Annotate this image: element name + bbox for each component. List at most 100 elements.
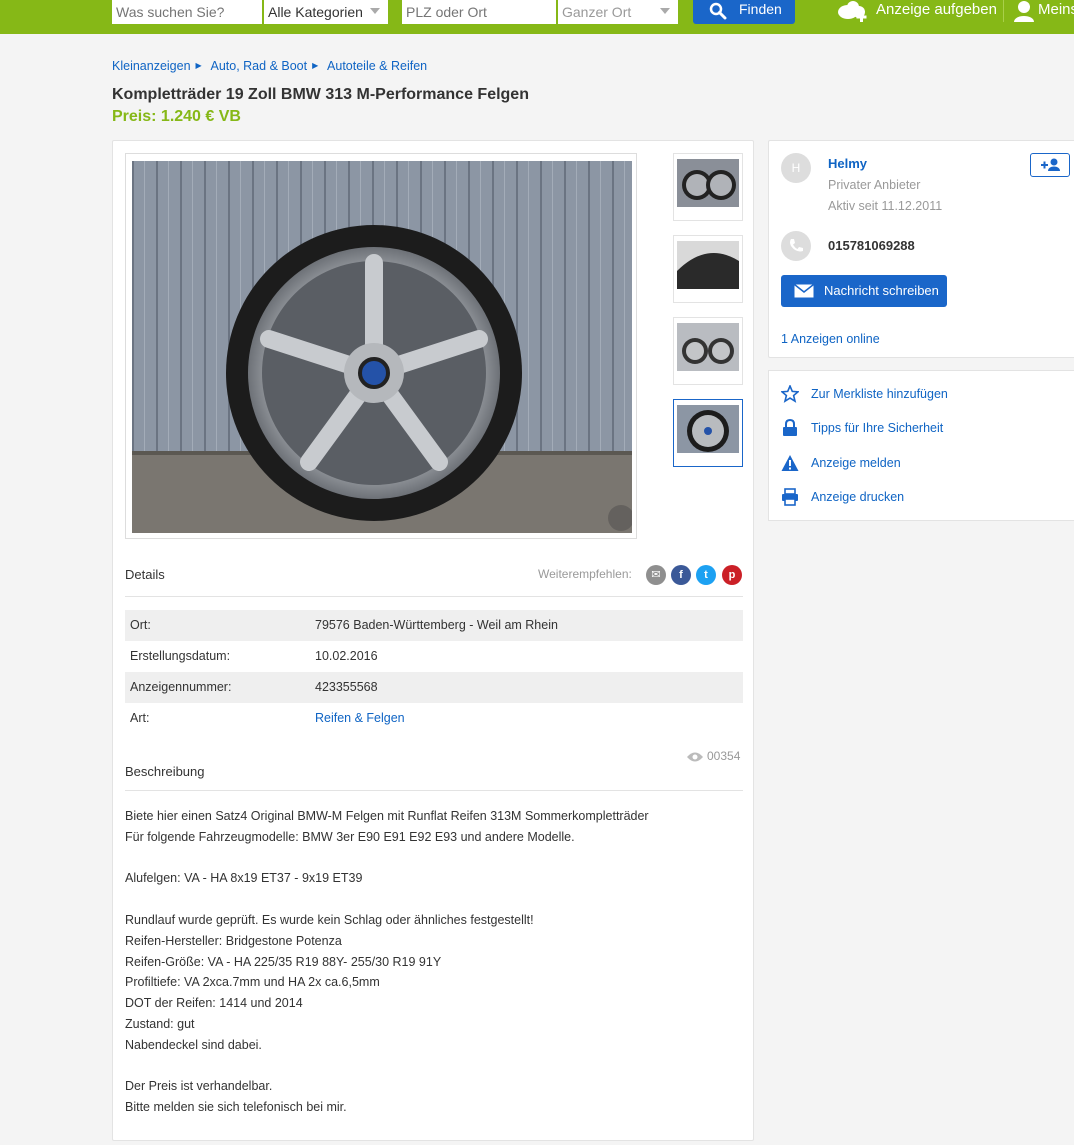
user-icon [1014,1,1034,22]
details-value: 10.02.2016 [315,649,378,663]
twitter-share-icon[interactable]: t [696,565,716,585]
divider [125,790,743,791]
phone-number[interactable]: 015781069288 [828,238,915,253]
action-label: Zur Merkliste hinzufügen [811,387,948,401]
cloud-add-icon [838,1,867,22]
page-title: Kompletträder 19 Zoll BMW 313 M-Performa… [112,86,529,103]
details-key: Anzeigennummer: [130,680,232,694]
description-text: Biete hier einen Satz4 Original BMW-M Fe… [125,806,743,1118]
star-icon [781,385,799,403]
find-button[interactable]: Finden [693,0,795,24]
chevron-down-icon [660,8,670,14]
radius-select[interactable]: Ganzer Ort [558,0,678,24]
search-icon [709,2,727,20]
description-line: Bitte melden sie sich telefonisch bei mi… [125,1100,347,1115]
location-input[interactable] [402,0,556,24]
details-heading: Details [125,567,165,582]
view-counter: 00354 [687,749,740,763]
category-select[interactable]: Alle Kategorien [264,0,388,24]
description-line: Rundlauf wurde geprüft. Es wurde kein Sc… [125,912,534,927]
report-ad-link[interactable]: Anzeige melden [781,453,901,473]
header-divider [1003,0,1004,22]
thumbnail-image [677,241,739,289]
breadcrumb-item[interactable]: Auto, Rad & Boot [211,59,308,73]
avatar: H [781,153,811,183]
seller-active-since: Aktiv seit 11.12.2011 [828,199,943,213]
category-select-value: Alle Kategorien [268,4,363,20]
lock-icon [783,419,797,436]
details-table: Ort: 79576 Baden-Württemberg - Weil am R… [125,610,743,734]
action-label: Tipps für Ihre Sicherheit [811,421,944,435]
printer-icon [782,488,798,506]
description-line: Zustand: gut [125,1016,195,1031]
description-heading: Beschreibung [125,764,205,779]
email-share-icon[interactable]: ✉ [646,565,666,585]
thumbnail-image [677,405,739,453]
details-row-type: Art: Reifen & Felgen [125,703,743,734]
breadcrumb-item[interactable]: Autoteile & Reifen [327,59,427,73]
details-value: 79576 Baden-Württemberg - Weil am Rhein [315,618,558,632]
thumbnail-image [677,323,739,371]
breadcrumb: Kleinanzeigen ▶ Auto, Rad & Boot ▶ Autotei… [112,59,430,73]
description-line: Für folgende Fahrzeugmodelle: BMW 3er E9… [125,829,575,844]
seller-card: H Helmy Privater Anbieter Aktiv seit 11.… [768,140,1074,358]
safety-tips-link[interactable]: Tipps für Ihre Sicherheit [781,418,943,438]
thumbnail-active[interactable] [673,399,743,467]
details-key: Art: [130,711,150,725]
search-input[interactable] [112,0,262,24]
zoom-icon[interactable] [608,505,632,531]
details-key: Ort: [130,618,151,632]
thumbnail[interactable] [673,153,743,221]
thumbnail[interactable] [673,235,743,303]
my-account-label: Meins [1038,1,1074,18]
pinterest-share-icon[interactable]: p [722,565,742,585]
seller-name-link[interactable]: Helmy [828,156,867,171]
divider [125,596,743,597]
details-row-date: Erstellungsdatum: 10.02.2016 [125,641,743,672]
thumbnail[interactable] [673,317,743,385]
action-label: Anzeige drucken [811,490,905,504]
details-row-ad-number: Anzeigennummer: 423355568 [125,672,743,703]
description-line: Der Preis ist verhandelbar. [125,1079,273,1094]
follow-seller-button[interactable] [1030,153,1070,177]
description-line: DOT der Reifen: 1414 und 2014 [125,996,303,1011]
add-to-watchlist-link[interactable]: Zur Merkliste hinzufügen [781,384,948,404]
view-count: 00354 [707,749,741,763]
radius-select-value: Ganzer Ort [562,4,632,20]
post-ad-button[interactable]: Anzeige aufgeben [836,0,997,24]
main-image-frame [125,153,637,539]
facebook-share-icon[interactable]: f [671,565,691,585]
details-row-location: Ort: 79576 Baden-Württemberg - Weil am R… [125,610,743,641]
chevron-down-icon [370,8,380,14]
details-type-link[interactable]: Reifen & Felgen [315,703,405,734]
description-line [125,848,743,869]
warning-icon [781,455,799,471]
thumbnail-image [677,159,739,207]
post-ad-label: Anzeige aufgeben [876,1,997,18]
triangle-right-icon: ▶ [312,61,319,70]
action-label: Anzeige melden [811,456,901,470]
details-key: Erstellungsdatum: [130,649,231,663]
description-line: Profiltiefe: VA 2xca.7mm und HA 2x ca.6,… [125,975,380,990]
wheel-photo [132,161,632,533]
eye-icon [687,752,703,762]
seller-type: Privater Anbieter [828,178,921,192]
price: Preis: 1.240 € VB [112,108,241,125]
write-message-button[interactable]: Nachricht schreiben [781,275,947,307]
main-image[interactable] [132,161,632,533]
listing-card: Details Weiterempfehlen: ✉ f t p Ort: 79… [112,140,754,1141]
breadcrumb-item[interactable]: Kleinanzeigen [112,59,191,73]
description-line: Biete hier einen Satz4 Original BMW-M Fe… [125,809,649,823]
share-label: Weiterempfehlen: [538,567,632,581]
description-line: Nabendeckel sind dabei. [125,1037,262,1052]
seller-ads-link[interactable]: 1 Anzeigen online [781,332,880,346]
triangle-right-icon: ▶ [195,61,202,70]
print-ad-link[interactable]: Anzeige drucken [781,487,904,507]
description-line: Reifen-Größe: VA - HA 225/35 R19 88Y- 25… [125,954,442,969]
find-button-label: Finden [739,1,782,17]
write-message-label: Nachricht schreiben [824,283,939,298]
top-header: Alle Kategorien Ganzer Ort Finden Anzeig… [0,0,1074,34]
description-line: Reifen-Hersteller: Bridgestone Potenza [125,933,342,948]
description-line [125,1056,743,1077]
my-account-link[interactable]: Meins [1014,0,1074,24]
